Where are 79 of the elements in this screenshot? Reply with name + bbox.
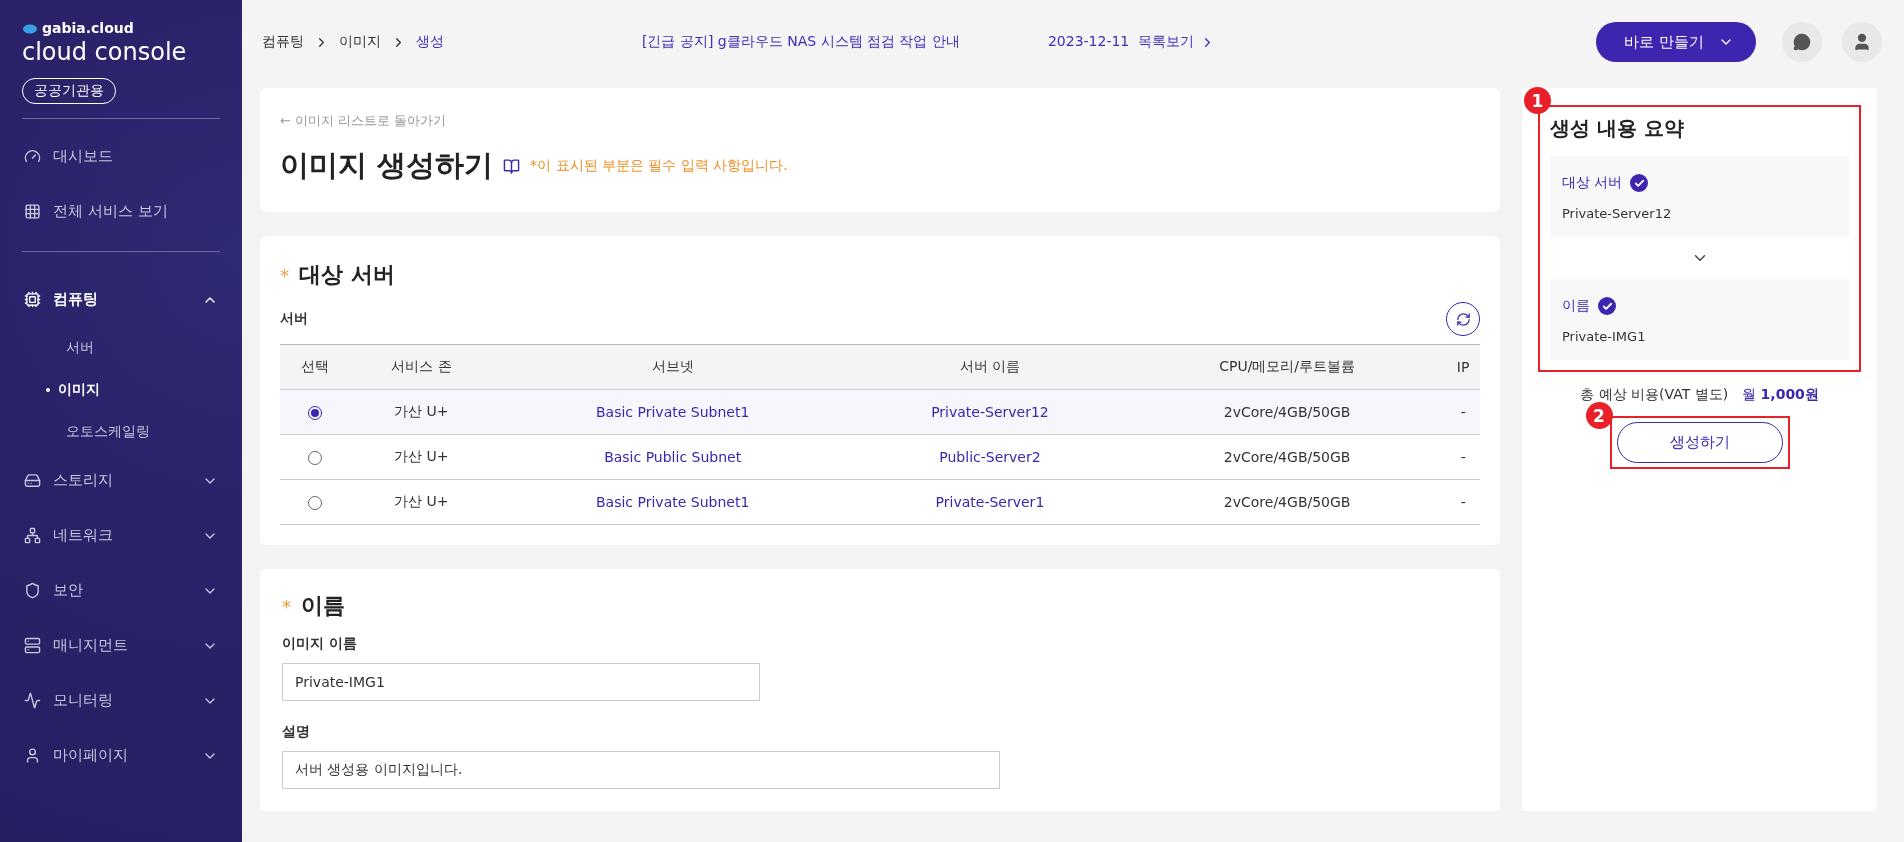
breadcrumb[interactable]: 컴퓨팅 [262,33,304,51]
sidebar-item[interactable]: 전체 서비스 보기 [0,184,242,239]
table-cell: - [1446,389,1480,435]
field-label: 서버 [280,310,308,328]
pulse-icon [24,692,41,709]
input-field[interactable]: 서버 생성용 이미지입니다. [282,751,1000,789]
sidebar-item[interactable]: 매니지먼트 [0,618,242,673]
table-cell: 2vCore/4GB/50GB [1128,434,1447,480]
cloud-logo-icon [22,22,38,34]
column-header: 선택 [280,344,350,390]
summary-value: Private-Server12 [1562,206,1673,221]
table-cell: 가산 U+ [349,434,494,480]
page-title: 이미지 생성하기 [280,147,494,184]
notice-list-link[interactable]: 2023-12-11 목록보기 [1047,33,1216,51]
annotation-number: 2 [1585,402,1613,429]
sidebar-item[interactable]: 스토리지 [0,453,242,508]
column-header: 서버 이름 [851,344,1128,390]
table-cell: 가산 U+ [349,479,494,525]
table-cell: - [1446,479,1480,525]
table-cell: Private-Server1 [851,479,1128,525]
server-icon [24,637,41,654]
profile-button[interactable] [1842,22,1882,62]
table-cell: Basic Private Subnet1 [493,479,852,525]
book-icon[interactable] [503,157,521,175]
logo-small: gabia.cloud [22,20,220,36]
field-label: 설명 [282,723,311,741]
chat-button[interactable] [1782,22,1822,62]
user-icon [1852,32,1872,52]
logo-title: cloud console [22,38,188,66]
summary-label: 대상 서버 [1562,174,1623,192]
cost-label: 총 예상 비용(VAT 별도) [1580,386,1729,404]
section-title: 대상 서버 [299,261,395,289]
required-note: *이 표시된 부분은 필수 입력 사항입니다. [530,157,788,175]
table-cell: 2vCore/4GB/50GB [1128,479,1447,525]
column-header: 서브넷 [493,344,852,390]
column-header: CPU/메모리/루트볼륨 [1128,344,1447,390]
sidebar-subitem[interactable]: 서버 [0,327,242,369]
summary-label: 이름 [1562,297,1590,315]
breadcrumb[interactable]: 이미지 [339,33,381,51]
cost-value: 월 1,000원 [1742,386,1819,404]
table-cell: Basic Public Subnet [493,434,852,480]
table-cell: Private-Server12 [851,389,1128,435]
column-header: 서비스 존 [349,344,494,390]
table-cell: 2vCore/4GB/50GB [1128,389,1447,435]
user-icon [24,747,41,764]
create-button[interactable]: 생성하기 [1616,422,1783,463]
sidebar-subitem[interactable]: 오토스케일링 [0,411,242,453]
chat-icon [1793,33,1811,51]
shield-icon [24,582,41,599]
summary-title: 생성 내용 요약 [1550,115,1685,142]
sidebar-item[interactable]: 마이페이지 [0,728,242,783]
sidebar-item[interactable]: 컴퓨팅 [0,272,242,327]
breadcrumb[interactable]: 생성 [416,33,444,51]
section-title: 이름 [301,592,345,620]
refresh-icon [1455,311,1471,327]
sidebar-item[interactable]: 대시보드 [0,129,242,184]
grid-icon [24,203,41,220]
network-icon [24,527,41,544]
table-cell: Public-Server2 [851,434,1128,480]
required-mark: * [280,264,289,286]
sidebar-item[interactable]: 보안 [0,563,242,618]
field-label: 이미지 이름 [282,635,358,653]
column-header: IP [1446,344,1480,390]
chip-icon [24,291,41,308]
table-cell: - [1446,434,1480,480]
table-cell: Basic Private Subnet1 [493,389,852,435]
summary-value: Private-IMG1 [1562,329,1647,344]
table-cell: 가산 U+ [349,389,494,435]
sidebar-item[interactable]: 모니터링 [0,673,242,728]
sidebar-subitem[interactable]: 이미지 [0,369,242,411]
refresh-button[interactable] [1446,302,1480,336]
quick-create-button[interactable]: 바로 만들기 [1596,22,1756,62]
required-mark: * [282,595,291,617]
gauge-icon [24,148,41,165]
input-field[interactable]: Private-IMG1 [282,663,760,701]
notice-link[interactable]: [긴급 공지] g클라우드 NAS 시스템 점검 작업 안내 [642,33,960,51]
drive-icon [24,472,41,489]
annotation-number: 1 [1524,87,1551,114]
sidebar-item[interactable]: 네트워크 [0,508,242,563]
